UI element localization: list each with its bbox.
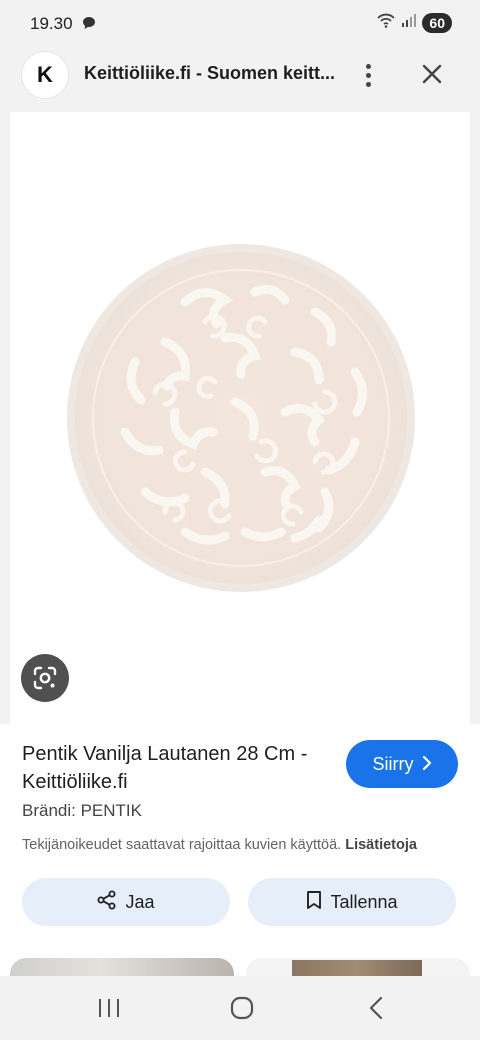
visit-button-label: Siirry — [372, 753, 414, 774]
page-title[interactable]: Keittiöliike.fi - Suomen keitt... — [84, 63, 334, 84]
status-bar: 19.30 60 — [0, 0, 480, 46]
signal-icon — [402, 13, 417, 32]
recent-apps-icon[interactable] — [98, 998, 120, 1023]
visit-button[interactable]: Siirry — [346, 740, 458, 788]
share-label: Jaa — [125, 891, 155, 912]
share-icon — [97, 890, 117, 915]
save-button[interactable]: Tallenna — [248, 878, 456, 926]
related-thumbnail[interactable] — [246, 958, 470, 976]
battery-icon: 60 — [422, 12, 452, 33]
related-results — [0, 954, 480, 976]
save-label: Tallenna — [330, 891, 398, 912]
chat-bubble-icon — [82, 16, 96, 35]
copyright-notice: Tekijänoikeudet saattavat rajoittaa kuvi… — [22, 837, 417, 853]
wifi-icon — [376, 12, 396, 33]
brand-label: Brändi: PENTIK — [22, 801, 142, 820]
copyright-text: Tekijänoikeudet saattavat rajoittaa kuvi… — [22, 837, 342, 853]
header: K Keittiöliike.fi - Suomen keitt... — [0, 46, 480, 108]
google-lens-icon[interactable] — [21, 654, 69, 702]
product-info: Pentik Vanilja Lautanen 28 Cm - Keittiöl… — [0, 724, 480, 974]
close-icon[interactable] — [418, 60, 446, 88]
image-preview[interactable] — [10, 112, 470, 724]
chevron-right-icon — [422, 754, 432, 775]
navigation-bar — [0, 976, 480, 1040]
share-button[interactable]: Jaa — [22, 878, 230, 926]
bookmark-icon — [306, 890, 322, 915]
more-info-link[interactable]: Lisätietoja — [345, 837, 417, 853]
plate-image — [65, 242, 417, 599]
site-logo[interactable]: K — [22, 52, 68, 98]
status-icons: 60 — [376, 12, 452, 33]
more-vert-icon[interactable] — [354, 60, 382, 90]
related-thumbnail[interactable] — [10, 958, 234, 976]
home-icon[interactable] — [230, 996, 254, 1025]
back-icon[interactable] — [368, 996, 384, 1025]
product-title[interactable]: Pentik Vanilja Lautanen 28 Cm - Keittiöl… — [22, 740, 332, 796]
status-time: 19.30 — [30, 14, 73, 33]
